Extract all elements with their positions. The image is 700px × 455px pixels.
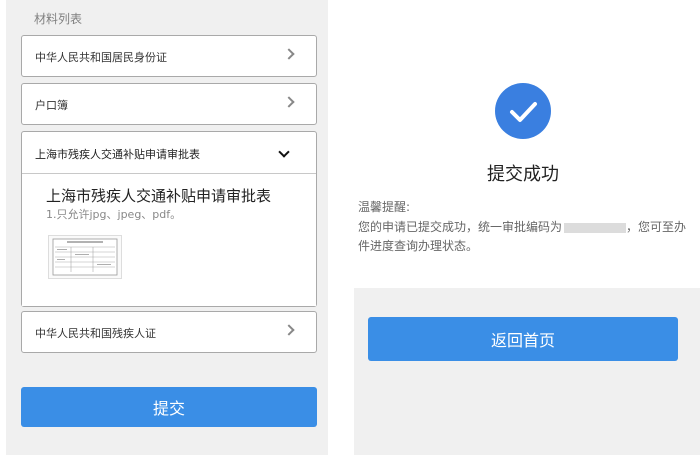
chevron-right-icon	[283, 48, 295, 60]
redacted-code	[564, 222, 627, 233]
material-item-label: 户口簿	[35, 99, 68, 112]
file-type-note: 1.只允许jpg、jpeg、pdf。	[46, 208, 182, 221]
material-detail: 上海市残疾人交通补贴申请审批表 1.只允许jpg、jpeg、pdf。	[22, 175, 316, 306]
materials-panel: 材料列表 中华人民共和国居民身份证 户口簿 上海市残疾人交通补贴申请审批表 上海…	[6, 0, 328, 455]
success-title: 提交成功	[487, 164, 559, 185]
tip-text-before: 您的申请已提交成功，统一审批编码为	[358, 220, 563, 234]
material-item-label: 上海市残疾人交通补贴申请审批表	[35, 148, 200, 161]
footer-area: 返回首页	[354, 288, 700, 455]
tip-body: 您的申请已提交成功，统一审批编码为 ，您可至办件进度查询办理状态。	[358, 218, 698, 256]
material-item-header[interactable]: 上海市残疾人交通补贴申请审批表	[22, 132, 316, 174]
return-home-button[interactable]: 返回首页	[368, 317, 678, 361]
material-detail-title: 上海市残疾人交通补贴申请审批表	[46, 187, 272, 205]
material-item-disability-card[interactable]: 中华人民共和国残疾人证	[21, 311, 317, 353]
chevron-right-icon	[283, 324, 295, 336]
material-item-label: 中华人民共和国残疾人证	[35, 327, 156, 340]
tip-title: 温馨提醒:	[358, 200, 411, 214]
uploaded-file-thumbnail[interactable]	[48, 235, 122, 279]
material-item-subsidy-form: 上海市残疾人交通补贴申请审批表 上海市残疾人交通补贴申请审批表 1.只允许jpg…	[21, 131, 317, 307]
material-item-label: 中华人民共和国居民身份证	[35, 51, 167, 64]
check-circle-icon	[495, 83, 551, 139]
material-item-id-card[interactable]: 中华人民共和国居民身份证	[21, 35, 317, 77]
material-item-household-register[interactable]: 户口簿	[21, 83, 317, 125]
chevron-right-icon	[283, 96, 295, 108]
chevron-down-icon	[278, 146, 290, 158]
section-label: 材料列表	[34, 12, 83, 26]
submit-button[interactable]: 提交	[21, 387, 317, 427]
